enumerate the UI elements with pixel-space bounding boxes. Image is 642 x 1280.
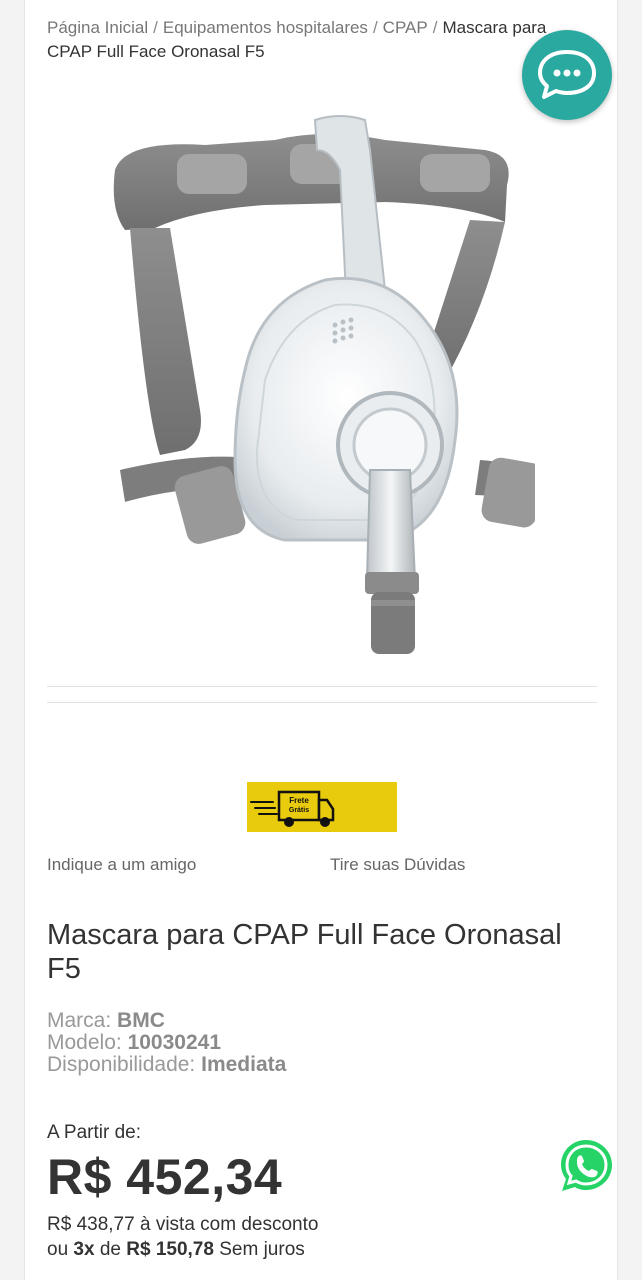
spec-model: Modelo: 10030241 (47, 1032, 286, 1054)
brand-label: Marca: (47, 1009, 112, 1032)
installments: ou 3x de R$ 150,78 Sem juros (47, 1239, 305, 1261)
whatsapp-icon (561, 1140, 612, 1191)
spec-brand: Marca: BMC (47, 1010, 286, 1032)
product-price: R$ 452,34 (47, 1149, 283, 1205)
inst-value: R$ 150,78 (126, 1239, 214, 1260)
free-shipping-badge: Frete Grátis (247, 782, 397, 832)
cash-price: R$ 438,77 à vista com desconto (47, 1214, 318, 1236)
refer-friend-link[interactable]: Indique a um amigo (47, 855, 196, 875)
divider (47, 686, 597, 687)
inst-prefix: ou (47, 1239, 69, 1260)
product-title: Mascara para CPAP Full Face Oronasal F5 (47, 919, 562, 985)
chat-bubble-icon (538, 50, 596, 99)
availability-label: Disponibilidade: (47, 1053, 196, 1076)
spec-availability: Disponibilidade: Imediata (47, 1054, 286, 1076)
breadcrumb-home[interactable]: Página Inicial (47, 18, 148, 37)
model-label: Modelo: (47, 1031, 122, 1054)
chat-button[interactable] (522, 30, 612, 120)
delivery-truck-icon: Frete Grátis (250, 790, 335, 827)
divider (47, 702, 597, 703)
price-from-label: A Partir de: (47, 1122, 141, 1143)
cash-price-text: à vista com desconto (139, 1214, 319, 1235)
badge-line2: Grátis (289, 807, 309, 814)
availability-value: Imediata (201, 1053, 287, 1076)
badge-line1: Frete (289, 796, 309, 805)
brand-value: BMC (117, 1009, 165, 1032)
inst-de: de (99, 1239, 121, 1260)
whatsapp-button[interactable] (558, 1138, 614, 1194)
model-value: 10030241 (127, 1031, 221, 1054)
breadcrumb-category[interactable]: Equipamentos hospitalares (163, 18, 368, 37)
breadcrumb-subcategory[interactable]: CPAP (383, 18, 428, 37)
product-page: Página Inicial / Equipamentos hospitalares… (24, 0, 618, 1280)
questions-link[interactable]: Tire suas Dúvidas (330, 855, 465, 875)
inst-suffix: Sem juros (219, 1239, 305, 1260)
cash-price-value: R$ 438,77 (47, 1214, 135, 1235)
product-specs: Marca: BMC Modelo: 10030241 Disponibilid… (47, 1010, 286, 1076)
inst-count: 3x (73, 1239, 95, 1260)
product-image[interactable] (85, 110, 535, 670)
breadcrumb: Página Inicial / Equipamentos hospitalares… (47, 18, 547, 61)
